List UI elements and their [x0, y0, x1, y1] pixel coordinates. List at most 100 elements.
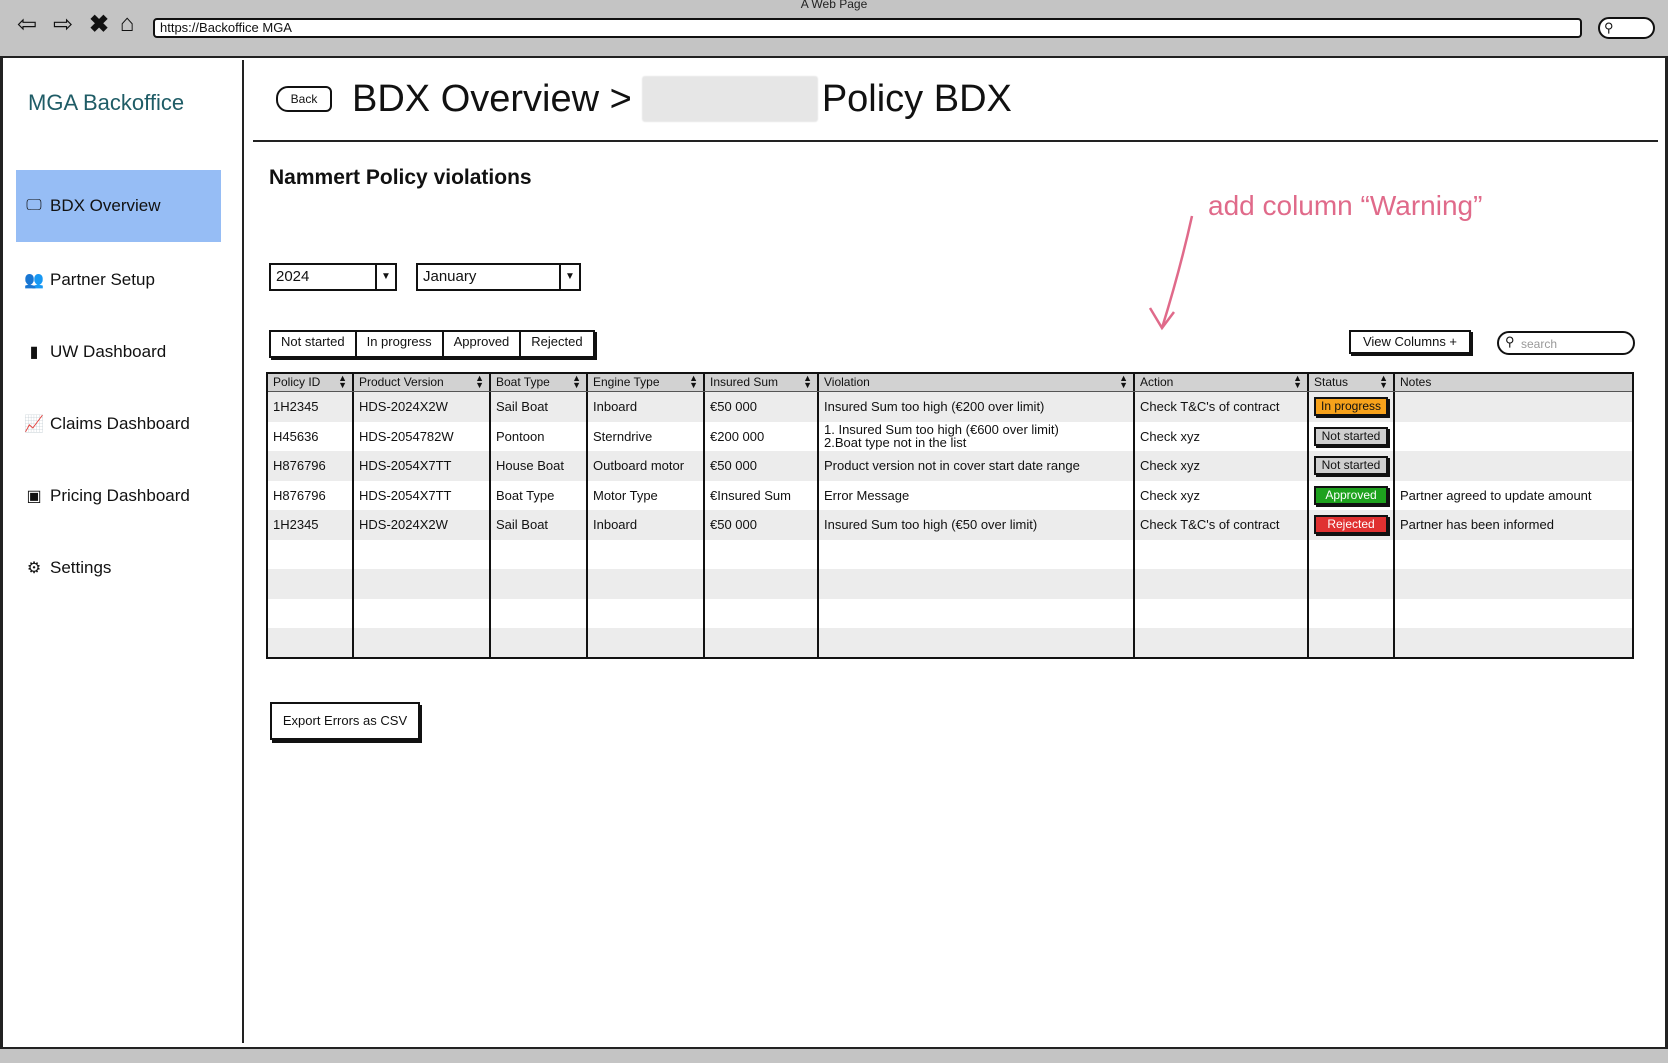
- cell-violation: Insured Sum too high (€200 over limit): [819, 392, 1135, 422]
- column-header-label: Boat Type: [496, 375, 550, 389]
- cell-notes: Partner agreed to update amount: [1400, 487, 1592, 503]
- sort-icon[interactable]: ▲ ▼: [1119, 374, 1128, 390]
- column-header-label: Notes: [1400, 375, 1432, 389]
- window-title: A Web Page: [800, 0, 868, 11]
- table-row[interactable]: 1H2345 HDS-2024X2W Sail Boat Inboard €50 000…: [268, 510, 1632, 540]
- annotation-arrow-icon: [1148, 215, 1194, 331]
- column-header-notes[interactable]: Notes: [1395, 374, 1632, 391]
- table-search-field[interactable]: ⚲: [1497, 331, 1635, 355]
- cell-boat-type: House Boat: [491, 451, 588, 481]
- column-header-engine-type[interactable]: Engine Type ▲ ▼: [588, 374, 705, 391]
- filter-rejected-button[interactable]: Rejected: [521, 332, 593, 356]
- sort-icon[interactable]: ▲ ▼: [689, 374, 698, 390]
- cell-product-version: [354, 539, 491, 569]
- column-header-label: Violation: [824, 375, 870, 389]
- monitor-chart-icon: 🖵: [26, 197, 42, 214]
- table-row[interactable]: [268, 628, 1632, 657]
- users-icon: 👥: [24, 272, 44, 289]
- status-badge[interactable]: Not started: [1314, 426, 1388, 446]
- month-select[interactable]: January ▼: [416, 263, 581, 291]
- cell-product-version: HDS-2054X7TT: [354, 451, 491, 481]
- cell-insured-sum: [705, 539, 819, 569]
- cell-engine-type: Sterndrive: [588, 421, 705, 451]
- forward-arrow-icon[interactable]: ⇨: [50, 11, 76, 38]
- search-input[interactable]: [1519, 335, 1631, 353]
- back-arrow-icon[interactable]: ⇦: [14, 11, 40, 38]
- sort-icon[interactable]: ▲ ▼: [338, 374, 347, 390]
- filter-approved-button[interactable]: Approved: [443, 332, 522, 356]
- column-header-violation[interactable]: Violation ▲ ▼: [819, 374, 1135, 391]
- filter-in-progress-button[interactable]: In progress: [356, 332, 444, 356]
- column-header-boat-type[interactable]: Boat Type ▲ ▼: [491, 374, 588, 391]
- cell-notes: [1395, 451, 1632, 481]
- browser-search-field[interactable]: ⚲: [1598, 17, 1655, 39]
- sort-icon[interactable]: ▲ ▼: [803, 374, 812, 390]
- table-header: Policy ID ▲ ▼ Product Version ▲ ▼ Boat Type ▲…: [268, 374, 1632, 392]
- cell-boat-type: [491, 598, 588, 628]
- cell-boat-type: Pontoon: [491, 421, 588, 451]
- sidebar-item-pricing-dashboard[interactable]: ▣ Pricing Dashboard: [16, 460, 221, 532]
- cell-engine-type: Inboard: [588, 392, 705, 422]
- chevron-down-icon[interactable]: ▼: [375, 265, 395, 289]
- sidebar-item-uw-dashboard[interactable]: ▮ UW Dashboard: [16, 316, 221, 388]
- cell-product-version: HDS-2024X2W: [354, 510, 491, 540]
- column-header-policy-id[interactable]: Policy ID ▲ ▼: [268, 374, 354, 391]
- table-row[interactable]: H45636 HDS-2054782W Pontoon Sterndrive €200 …: [268, 421, 1632, 451]
- column-header-label: Action: [1140, 375, 1174, 389]
- sidebar-item-partner-setup[interactable]: 👥 Partner Setup: [16, 244, 221, 316]
- table-row[interactable]: H876796 HDS-2054X7TT House Boat Outboard mo…: [268, 451, 1632, 481]
- column-header-status[interactable]: Status ▲ ▼: [1309, 374, 1395, 391]
- table-row[interactable]: [268, 539, 1632, 569]
- cell-notes: [1395, 569, 1632, 599]
- cell-product-version: [354, 569, 491, 599]
- browser-chrome: A Web Page ⇦ ⇨ ✖ ⌂ https://Backoffice MG…: [0, 0, 1668, 58]
- sidebar-item-claims-dashboard[interactable]: 📈 Claims Dashboard: [16, 388, 221, 460]
- status-badge[interactable]: In progress: [1314, 397, 1388, 417]
- cell-boat-type: Boat Type: [491, 480, 588, 510]
- gear-icon: ⚙: [26, 560, 42, 577]
- cell-product-version: HDS-2054X7TT: [354, 480, 491, 510]
- cell-boat-type: Sail Boat: [491, 510, 588, 540]
- cell-action: [1135, 598, 1309, 628]
- table-row[interactable]: H876796 HDS-2054X7TT Boat Type Motor Type €I…: [268, 480, 1632, 510]
- home-icon[interactable]: ⌂: [114, 10, 140, 37]
- back-button[interactable]: Back: [276, 86, 332, 112]
- url-bar[interactable]: https://Backoffice MGA: [153, 18, 1582, 38]
- status-badge[interactable]: Approved: [1314, 485, 1388, 505]
- sidebar-item-settings[interactable]: ⚙ Settings: [16, 532, 221, 604]
- column-header-product-version[interactable]: Product Version ▲ ▼: [354, 374, 491, 391]
- sort-icon[interactable]: ▲ ▼: [572, 374, 581, 390]
- year-select[interactable]: 2024 ▼: [269, 263, 397, 291]
- view-columns-button[interactable]: View Columns +: [1349, 330, 1471, 354]
- filter-not-started-button[interactable]: Not started: [271, 332, 357, 356]
- column-header-insured-sum[interactable]: Insured Sum ▲ ▼: [705, 374, 819, 391]
- status-filter-group: Not started In progress Approved Rejecte…: [269, 330, 595, 358]
- table-row[interactable]: 1H2345 HDS-2024X2W Sail Boat Inboard €50 000…: [268, 392, 1632, 422]
- sort-icon[interactable]: ▲ ▼: [475, 374, 484, 390]
- status-badge[interactable]: Not started: [1314, 456, 1388, 476]
- violation-line: Insured Sum too high (€50 over limit): [824, 517, 1038, 533]
- cell-status: [1309, 539, 1395, 569]
- cell-action: [1135, 539, 1309, 569]
- cell-insured-sum: €Insured Sum: [705, 480, 819, 510]
- cell-insured-sum: €50 000: [705, 392, 819, 422]
- sidebar-item-bdx-overview[interactable]: 🖵 BDX Overview: [16, 170, 221, 242]
- column-header-action[interactable]: Action ▲ ▼: [1135, 374, 1309, 391]
- close-icon[interactable]: ✖: [86, 11, 112, 38]
- export-errors-csv-button[interactable]: Export Errors as CSV: [270, 702, 420, 740]
- status-badge[interactable]: Rejected: [1314, 515, 1388, 535]
- search-icon: ⚲: [1505, 334, 1515, 349]
- table-row[interactable]: [268, 598, 1632, 628]
- violation-line: Error Message: [824, 487, 910, 503]
- cell-product-version: HDS-2054782W: [354, 421, 491, 451]
- cell-status: [1309, 569, 1395, 599]
- cell-engine-type: [588, 569, 705, 599]
- table-row[interactable]: [268, 569, 1632, 599]
- cell-violation: [819, 569, 1135, 599]
- cell-violation: [819, 628, 1135, 657]
- chevron-down-icon[interactable]: ▼: [559, 265, 579, 289]
- sort-icon[interactable]: ▲ ▼: [1293, 374, 1302, 390]
- sort-icon[interactable]: ▲ ▼: [1379, 374, 1388, 390]
- cell-violation: [819, 539, 1135, 569]
- cell-engine-type: [588, 539, 705, 569]
